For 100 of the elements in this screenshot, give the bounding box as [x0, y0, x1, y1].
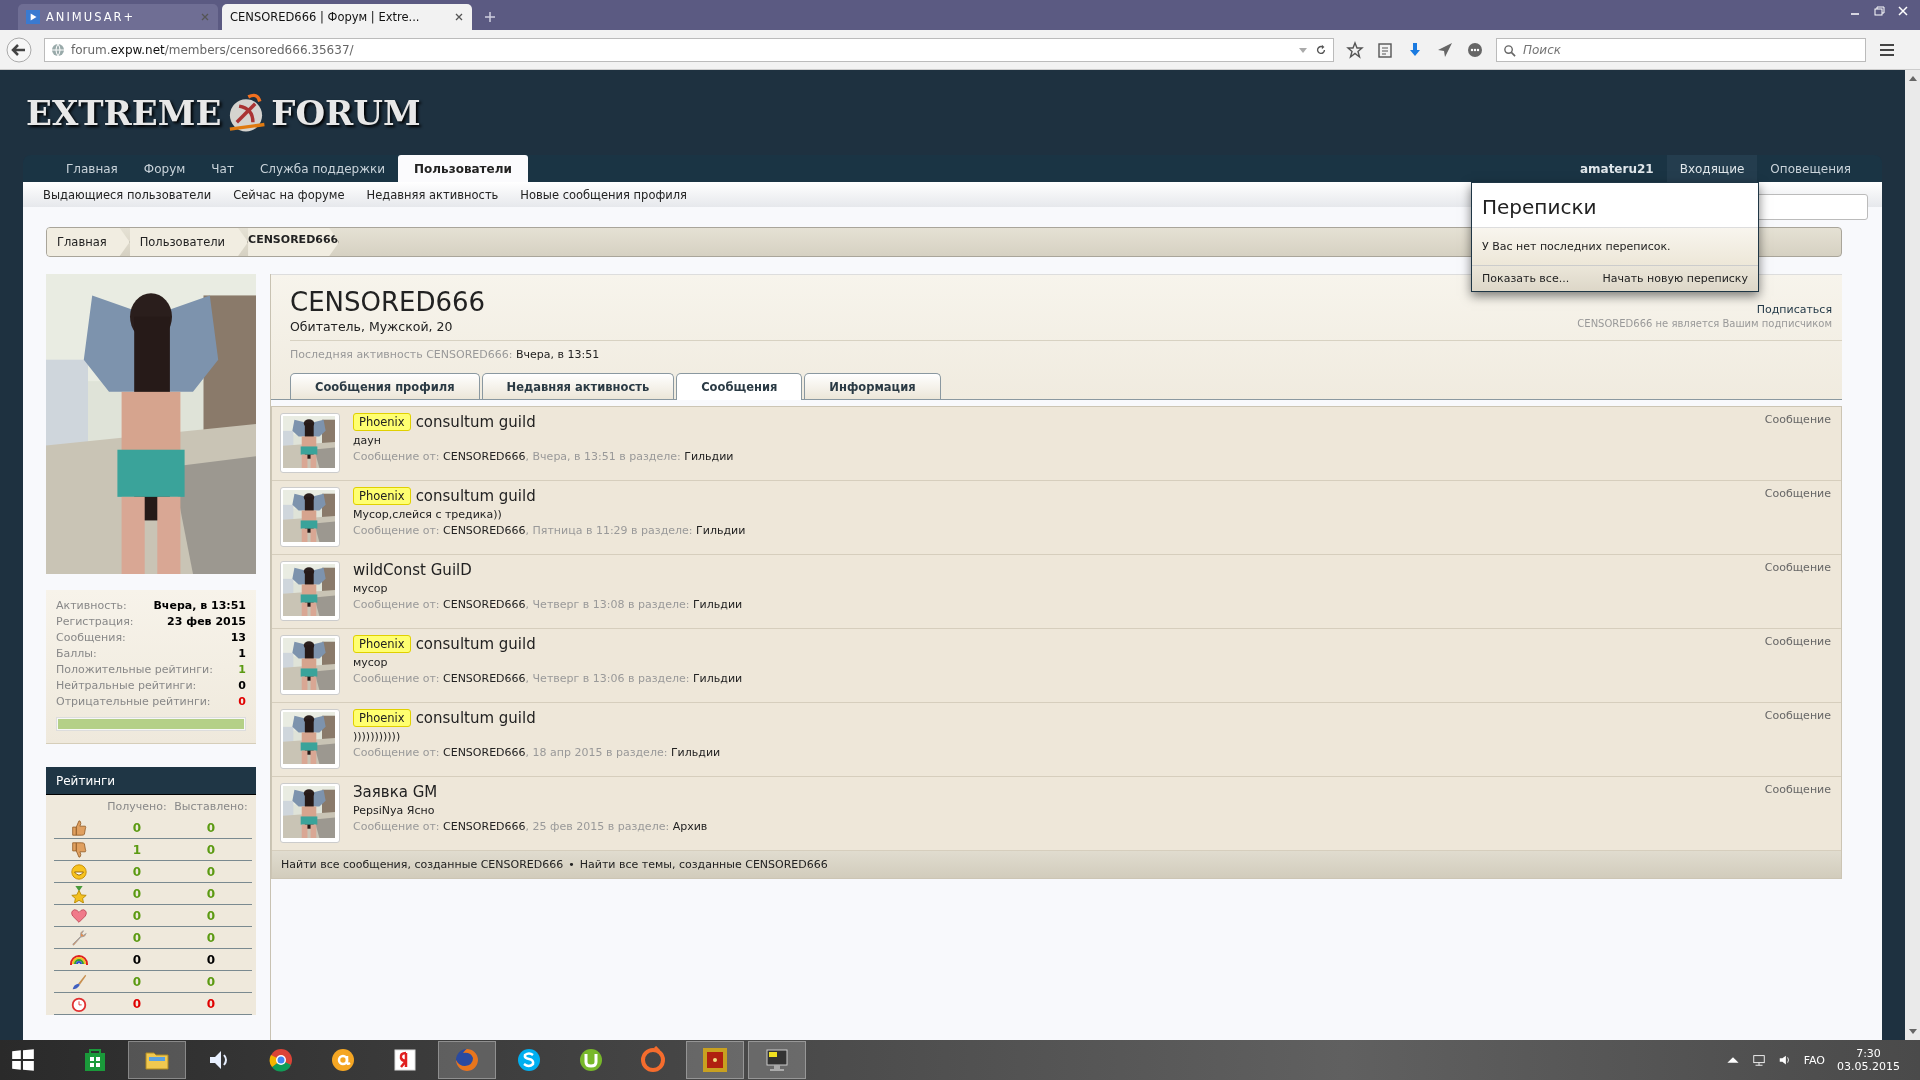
medal-icon	[70, 884, 88, 903]
post-meta: Сообщение от: CENSORED666, 18 апр 2015 в разделе: Гильдии	[353, 746, 722, 759]
search-field[interactable]: Поиск	[1496, 37, 1866, 62]
show-all-link[interactable]: Показать все...	[1482, 272, 1570, 285]
thread-title[interactable]: wildConst GuilD	[353, 561, 472, 579]
avatar[interactable]	[280, 709, 340, 769]
content-type: Сообщение	[1764, 413, 1831, 428]
stat-label: Нейтральные рейтинги:	[56, 679, 197, 692]
profile-info: Обитатель, Мужской, 20	[290, 319, 454, 334]
content-type: Сообщение	[1764, 561, 1831, 576]
separator: •	[568, 858, 575, 871]
breadcrumb-link[interactable]: Пользователи	[129, 228, 249, 256]
thread-title[interactable]: consultum guild	[415, 487, 536, 505]
nav-tab[interactable]: Главная	[53, 155, 131, 182]
windows-icon[interactable]	[10, 1047, 36, 1073]
back-icon[interactable]	[6, 36, 32, 63]
stat-value: 1	[238, 663, 246, 676]
heart-icon	[70, 906, 88, 925]
scrollbar[interactable]	[1905, 70, 1920, 1040]
profile-tab[interactable]: Сообщения профиля	[290, 373, 480, 399]
nav-tab[interactable]: Служба поддержки	[246, 155, 399, 182]
clock-date[interactable]: 03.05.2015	[1837, 1060, 1900, 1073]
stat-label: Регистрация:	[56, 615, 134, 628]
forum-logo[interactable]: EXTREME FORUM	[26, 89, 421, 136]
subnav-link[interactable]: Сейчас на форуме	[233, 187, 345, 202]
prefix-tag[interactable]: Phoenix	[353, 413, 411, 431]
nav-tab[interactable]: Пользователи	[398, 155, 528, 182]
thread-title[interactable]: Заявка GM	[353, 783, 438, 801]
follow-link[interactable]: Подписаться	[1756, 303, 1832, 316]
reload-icon[interactable]	[1315, 43, 1327, 56]
post-meta: Сообщение от: CENSORED666, Вчера, в 13:51 в разделе: Гильдии	[353, 450, 735, 463]
prefix-tag[interactable]: Phoenix	[353, 635, 411, 653]
rating-count: 0	[132, 996, 142, 1011]
clock-time[interactable]: 7:30	[1856, 1047, 1881, 1060]
profile-tab[interactable]: Недавняя активность	[481, 373, 675, 399]
subnav-link[interactable]: Выдающиеся пользователи	[43, 187, 212, 202]
subnav-link[interactable]: Новые сообщения профиля	[520, 187, 688, 202]
profile-tab[interactable]: Информация	[804, 373, 941, 399]
rating-count: 0	[132, 908, 142, 923]
network-icon[interactable]	[1751, 1053, 1766, 1067]
stat-label: Активность:	[56, 599, 127, 612]
browser-tab[interactable]: ANIMUSAR+	[18, 4, 218, 30]
post-snippet: мусор	[353, 582, 389, 595]
search-icon	[1503, 43, 1516, 57]
user-link[interactable]: amateru21	[1566, 155, 1667, 182]
send-icon[interactable]	[1436, 40, 1454, 59]
language-indicator[interactable]: FAO	[1803, 1053, 1825, 1067]
close-icon[interactable]	[454, 12, 464, 22]
footer-link[interactable]: Найти все сообщения, созданные CENSORED666	[281, 858, 564, 871]
breadcrumb-link[interactable]: Главная	[47, 228, 130, 256]
chat-icon[interactable]	[1466, 40, 1484, 59]
subnav-link[interactable]: Недавняя активность	[366, 187, 499, 202]
rating-count: 0	[206, 842, 216, 857]
star-icon[interactable]	[1346, 40, 1364, 59]
avatar[interactable]	[280, 783, 340, 843]
panel-title: Рейтинги	[46, 767, 256, 795]
clipboard-icon[interactable]	[1376, 40, 1394, 59]
content-type: Сообщение	[1764, 709, 1831, 724]
content-type: Сообщение	[1764, 783, 1831, 798]
close-icon[interactable]	[1896, 4, 1910, 18]
follow-note: CENSORED666 не является Вашим подписчиком	[1577, 318, 1832, 329]
address-field[interactable]: forum.expw.net/members/censored666.35637/	[44, 37, 1334, 62]
thumbs-up-icon	[70, 818, 88, 837]
thread-title[interactable]: consultum guild	[415, 709, 536, 727]
thread-title[interactable]: consultum guild	[415, 413, 536, 431]
rating-count: 0	[132, 952, 142, 967]
stat-value: 1	[238, 647, 246, 660]
stat-label: Отрицательные рейтинги:	[56, 695, 211, 708]
avatar[interactable]	[280, 487, 340, 547]
browser-tab[interactable]: CENSORED666 | Форум | Extre...	[222, 4, 472, 30]
nav-tab[interactable]: Форум	[130, 155, 199, 182]
rating-count: 0	[132, 820, 142, 835]
rating-count: 0	[206, 996, 216, 1011]
avatar[interactable]	[280, 561, 340, 621]
thread-title[interactable]: consultum guild	[415, 635, 536, 653]
new-conversation-link[interactable]: Начать новую переписку	[1602, 272, 1748, 285]
profile-name: CENSORED666	[290, 287, 486, 317]
prefix-tag[interactable]: Phoenix	[353, 487, 411, 505]
nav-tab[interactable]: Чат	[198, 155, 247, 182]
nav-tab[interactable]: Входящие	[1666, 155, 1758, 182]
prefix-tag[interactable]: Phoenix	[353, 709, 411, 727]
footer-link[interactable]: Найти все темы, созданные CENSORED666	[579, 858, 828, 871]
rating-count: 0	[132, 864, 142, 879]
globe-icon	[51, 42, 65, 57]
speaker-icon[interactable]	[1777, 1053, 1792, 1067]
new-tab-icon[interactable]	[484, 11, 496, 23]
mail-icon	[329, 1046, 357, 1074]
stat-label: Баллы:	[56, 647, 97, 660]
restore-icon[interactable]	[1872, 4, 1886, 18]
nav-tab[interactable]: Оповещения	[1757, 155, 1864, 182]
avatar[interactable]	[280, 413, 340, 473]
popup-message: У Вас нет последних переписок.	[1472, 228, 1758, 265]
post-snippet: даун	[353, 434, 383, 447]
post-snippet: PepsiNya Ясно	[353, 804, 436, 817]
scroll-down-icon[interactable]	[1907, 1028, 1918, 1036]
profile-tab[interactable]: Сообщения	[676, 373, 803, 400]
avatar[interactable]	[280, 635, 340, 695]
scroll-up-icon[interactable]	[1907, 74, 1918, 82]
post-snippet: Мусор,слейся с тредика))	[353, 508, 503, 521]
breadcrumb-link[interactable]: CENSORED666	[248, 228, 340, 256]
